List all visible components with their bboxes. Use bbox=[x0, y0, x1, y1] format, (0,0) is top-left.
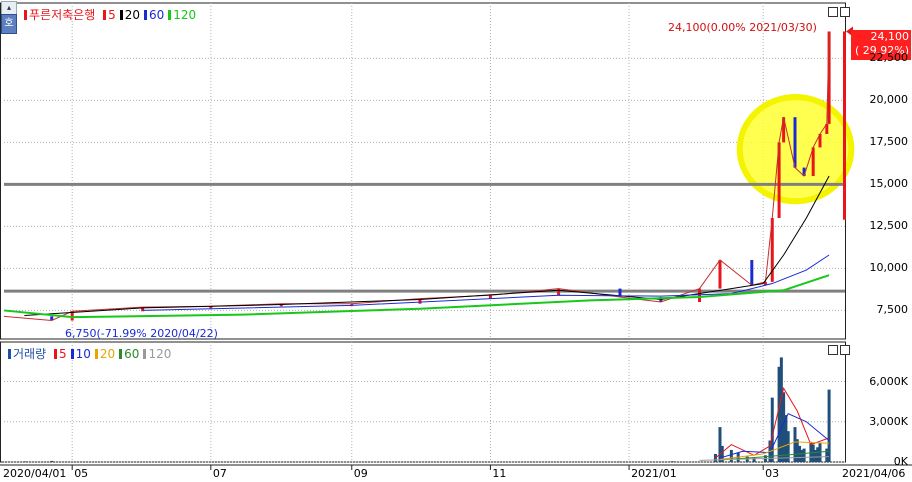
panel-grip-icon[interactable]: ▴ bbox=[1, 1, 17, 15]
legend-marker-icon bbox=[119, 349, 123, 359]
x-tick-label: 2021/01 bbox=[631, 467, 677, 480]
legend-marker-icon bbox=[143, 349, 147, 359]
legend-marker-icon bbox=[53, 349, 57, 359]
volume-bar bbox=[50, 460, 54, 462]
volume-bar bbox=[22, 461, 26, 462]
legend-marker-icon bbox=[70, 349, 74, 359]
price-panel-minimize-button[interactable] bbox=[828, 7, 838, 17]
volume-y-tick: 3,000K bbox=[869, 414, 908, 428]
chart-canvas bbox=[0, 2, 912, 470]
low-price-annotation: 6,750(-71.99% 2020/04/22) bbox=[65, 327, 218, 340]
volume-legend-name: 거래량 bbox=[13, 347, 47, 361]
legend-item-label: 20 bbox=[124, 8, 140, 22]
price-candle bbox=[557, 288, 561, 296]
x-tick-label: 07 bbox=[212, 467, 227, 480]
legend-item-label: 60 bbox=[124, 347, 140, 361]
volume-bar bbox=[729, 449, 733, 462]
price-candle bbox=[718, 260, 722, 289]
volume-bar bbox=[802, 448, 806, 462]
volume-bar bbox=[670, 461, 674, 462]
volume-legend: 거래량 5 10 20 60 120 bbox=[4, 345, 171, 362]
legend-marker-icon bbox=[119, 10, 123, 20]
legend-item-label: 5 bbox=[58, 347, 67, 361]
volume-panel-maximize-button[interactable] bbox=[840, 345, 850, 355]
price-y-tick: 12,500 bbox=[869, 219, 909, 233]
x-tick-label: 03 bbox=[765, 467, 780, 480]
volume-bar bbox=[618, 461, 622, 462]
price-y-tick: 17,500 bbox=[869, 135, 909, 149]
price-y-tick: 20,000 bbox=[869, 93, 909, 107]
price-y-tick: 22,500 bbox=[869, 51, 909, 65]
chart-stage: ▴ 호 푸른저축은행 5 20 60 120 거래량 5 10 20 60 120 24,10… bbox=[0, 0, 912, 482]
legend-marker-icon bbox=[8, 349, 11, 359]
price-panel-frame bbox=[0, 2, 846, 340]
price-y-tick: 7,500 bbox=[876, 303, 909, 317]
volume-y-tick: 6,000K bbox=[869, 374, 908, 388]
price-candle bbox=[698, 288, 702, 303]
x-tick-label: 05 bbox=[74, 467, 89, 480]
x-axis-start-label: 2020/04/01 bbox=[3, 467, 67, 480]
price-legend-name: 푸른저축은행 bbox=[29, 8, 96, 22]
x-tick-label: 11 bbox=[492, 467, 507, 480]
x-axis-end-label: 2021/04/06 bbox=[842, 467, 906, 480]
price-legend: 푸른저축은행 5 20 60 120 bbox=[20, 6, 196, 23]
price-panel-maximize-button[interactable] bbox=[840, 7, 850, 17]
legend-item-label: 20 bbox=[99, 347, 116, 361]
legend-marker-icon bbox=[103, 10, 107, 20]
price-y-tick: 15,000 bbox=[869, 177, 909, 191]
ma-line-60 bbox=[142, 254, 830, 311]
legend-item-label: 120 bbox=[148, 347, 172, 361]
legend-item-label: 10 bbox=[75, 347, 91, 361]
legend-item-label: 60 bbox=[149, 8, 165, 22]
price-close-line bbox=[3, 31, 830, 322]
legend-item-label: 5 bbox=[108, 8, 116, 22]
toggle-button[interactable]: 호 bbox=[1, 14, 17, 34]
legend-marker-icon bbox=[24, 10, 27, 20]
x-tick-label: 09 bbox=[353, 467, 368, 480]
price-candle bbox=[793, 117, 797, 168]
legend-item-label: 120 bbox=[173, 8, 197, 22]
volume-panel-minimize-button[interactable] bbox=[828, 345, 838, 355]
legend-marker-icon bbox=[168, 10, 172, 20]
high-price-annotation: 24,100(0.00% 2021/03/30) bbox=[668, 21, 817, 34]
price-y-tick: 10,000 bbox=[869, 261, 909, 275]
current-price: 24,100 bbox=[870, 30, 910, 43]
price-candle bbox=[750, 260, 754, 286]
legend-marker-icon bbox=[144, 10, 147, 20]
legend-marker-icon bbox=[94, 349, 98, 359]
